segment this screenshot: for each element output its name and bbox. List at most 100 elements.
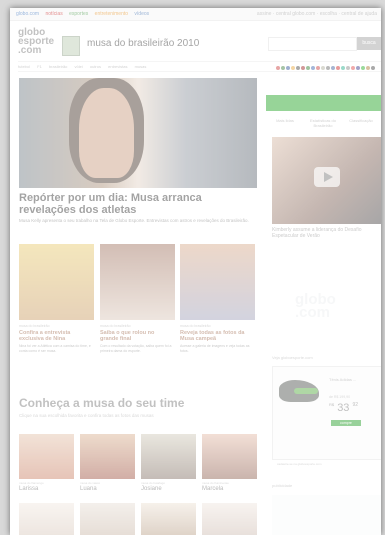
ad-slot [272,495,381,535]
top-nav-link[interactable]: vídeos [134,11,149,17]
ad-price-integer: 33 [337,402,350,414]
top-bar: globo.com notícias esportes entretenimen… [10,8,381,21]
green-banner-button[interactable] [266,95,381,111]
section-nav-item[interactable]: F1 [37,64,42,69]
sneaker-icon [279,380,319,402]
search-input[interactable] [268,37,357,51]
muse-photo[interactable] [80,434,135,479]
ad-footer[interactable]: cadastre-se na globoesporte.com [277,462,322,466]
tab-estatisticas[interactable]: Estatísticas do Brasileirão [304,118,342,128]
team-shield-icon[interactable] [286,66,290,70]
team-shield-icon[interactable] [311,66,315,70]
globo-watermark-line: .com [295,304,331,321]
top-right-links[interactable]: assine · central globo.com · escolha · c… [257,8,377,20]
ad-old-price: de R$ 199,90 [329,395,351,399]
site-logo[interactable]: globo esporte .com [18,28,54,60]
section-nav: futebol F1 brasileirão vôlei outros entr… [18,61,381,72]
feature-image[interactable] [19,244,94,320]
team-shield-icon[interactable] [321,66,325,70]
brasileirao-emblem-icon [62,36,80,56]
team-shield-icon[interactable] [356,66,360,70]
team-shield-icon[interactable] [341,66,345,70]
muse-photo[interactable] [202,503,257,535]
team-shield-icon[interactable] [326,66,330,70]
feature-body: Nina foi ver a Atlética com a camisa do … [19,344,91,353]
browser-frame: globo.com notícias esportes entretenimen… [10,8,381,535]
team-shield-icon[interactable] [331,66,335,70]
top-nav-link[interactable]: notícias [45,11,62,17]
ad-price: R$ 33 92 [329,402,358,414]
search-button[interactable]: busca [357,37,381,50]
section-nav-item[interactable]: outros [90,64,101,69]
team-shield-icon[interactable] [346,66,350,70]
muse-team: musa do vasco [80,481,101,485]
muse-name[interactable]: Larissa [19,486,38,492]
hero-title[interactable]: Repórter por um dia: Musa arranca revela… [19,192,249,216]
team-shield-icon[interactable] [301,66,305,70]
feature-body: Com o resultado da votação, saiba quem f… [100,344,172,353]
team-shield-icon[interactable] [306,66,310,70]
muse-name[interactable]: Marcela [202,486,223,492]
feature-title[interactable]: Saiba o que rolou no grande final [100,330,174,342]
muse-photo[interactable] [141,434,196,479]
feature-kicker: musa do brasileirão [19,324,50,328]
feature-image[interactable] [180,244,255,320]
feature-title[interactable]: Reveja todas as fotos da Musa campeã [180,330,254,342]
team-shield-icon[interactable] [366,66,370,70]
play-icon[interactable] [314,167,340,187]
ad-price-prefix: R$ [329,402,335,407]
ad-price-cents: 92 [352,402,359,408]
section-nav-item[interactable]: brasileirão [49,64,67,69]
team-shield-icon[interactable] [291,66,295,70]
team-shield-icon[interactable] [361,66,365,70]
muse-name[interactable]: Luana [80,486,97,492]
team-shield-icon[interactable] [316,66,320,70]
section-nav-item[interactable]: futebol [18,64,30,69]
section-nav-item[interactable]: vôlei [75,64,83,69]
team-shield-icon[interactable] [336,66,340,70]
video-caption[interactable]: Kimberly assume a liderança do Desafio E… [272,227,381,239]
ad-label: Veja globoesporte.com [272,355,313,360]
feature-image[interactable] [100,244,175,320]
muse-photo[interactable] [19,434,74,479]
shop-ad[interactable]: Tênis Adidas ... de R$ 199,90 R$ 33 92 c… [272,366,381,466]
muse-name[interactable]: Josiane [141,486,162,492]
page-title: musa do brasileirão 2010 [87,38,200,49]
muse-photo[interactable] [141,503,196,535]
top-nav: globo.com notícias esportes entretenimen… [16,8,154,20]
ad-buy-button[interactable]: compre [331,420,361,426]
muse-photo[interactable] [80,503,135,535]
team-shield-icon[interactable] [276,66,280,70]
feature-title[interactable]: Confira a entrevista exclusiva de Nina [19,330,93,342]
sidebar-tabs: Mais lidas Estatísticas do Brasileirão C… [266,118,381,136]
team-shield-icon[interactable] [351,66,355,70]
top-nav-link[interactable]: globo.com [16,11,39,17]
feature-kicker: musa do brasileirão [100,324,131,328]
muse-team: musa do flamengo [19,481,44,485]
team-shields [275,64,375,73]
tab-classificacao[interactable]: Classificação [342,118,380,123]
hero-image[interactable] [19,78,257,188]
muse-photo[interactable] [202,434,257,479]
feature-kicker: musa do brasileirão [180,324,211,328]
team-shield-icon[interactable] [296,66,300,70]
muse-photo[interactable] [19,503,74,535]
globo-watermark: globo .com [295,292,336,321]
top-nav-link[interactable]: entretenimento [95,11,128,17]
hero-description: Musa Kelly apresenta o seu trabalho na T… [19,218,249,223]
publicidade-label: publicidade [272,483,293,488]
team-shield-icon[interactable] [371,66,375,70]
muse-section-heading: Conheça a musa do seu time [19,396,185,410]
muse-section-subtitle: Clique na sua escolhida favorita e confi… [19,413,154,418]
section-nav-item[interactable]: entrevistas [108,64,127,69]
site-logo-line: .com [18,45,42,56]
muse-team: musa do fluminense [202,481,229,485]
team-shield-icon[interactable] [281,66,285,70]
video-thumbnail[interactable] [272,137,381,224]
top-nav-link[interactable]: esportes [69,11,88,17]
feature-body: Acesse a galeria de imagens e veja todas… [180,344,250,353]
ad-product-name: Tênis Adidas ... [329,377,357,382]
section-nav-item[interactable]: musas [135,64,147,69]
hero-face [79,88,134,178]
tab-mais-lidas[interactable]: Mais lidas [266,118,304,123]
